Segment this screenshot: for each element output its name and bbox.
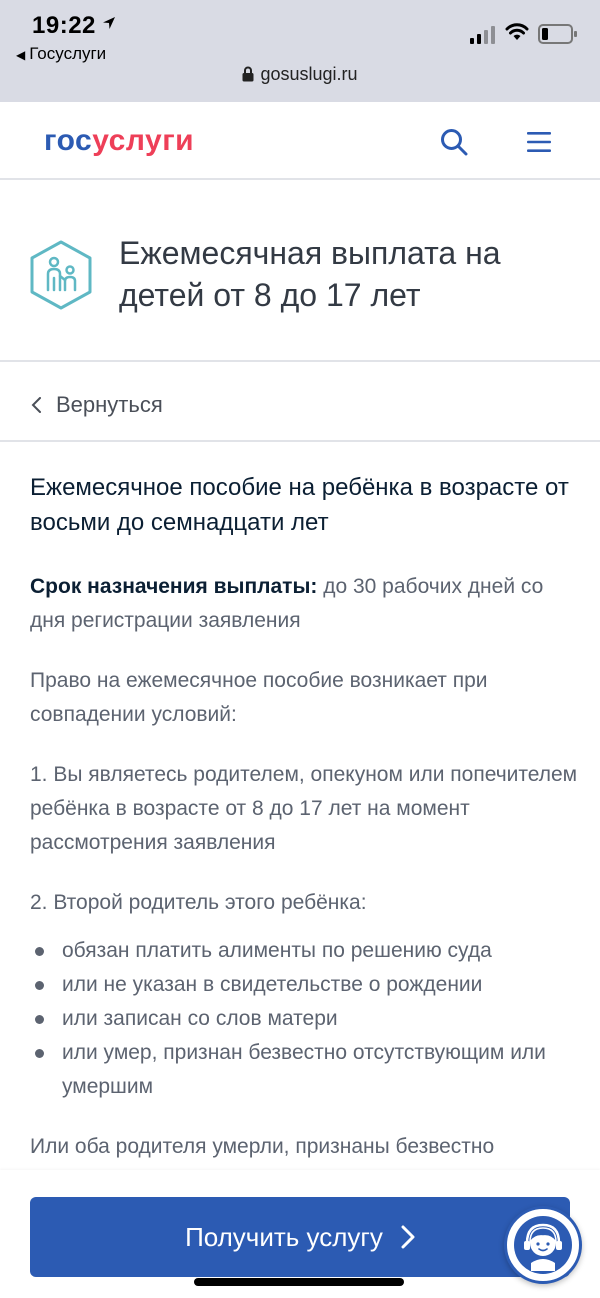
back-app-label: Госуслуги	[29, 44, 107, 63]
url-bar[interactable]: gosuslugi.ru	[0, 64, 600, 85]
list-item: или умер, признан безвестно отсутствующи…	[30, 1036, 580, 1104]
logo-part-gos: гос	[44, 124, 93, 157]
battery-icon	[538, 24, 577, 44]
chevron-right-icon	[401, 1225, 415, 1249]
condition-1: 1. Вы являетесь родителем, опекуном или …	[30, 763, 578, 854]
location-arrow-icon	[103, 17, 115, 29]
back-link[interactable]: Вернуться	[0, 364, 600, 442]
wifi-icon	[505, 23, 529, 40]
get-service-label: Получить услугу	[185, 1221, 383, 1252]
home-indicator[interactable]	[194, 1278, 404, 1286]
term-paragraph: Срок назначения выплаты: до 30 рабочих д…	[30, 570, 580, 638]
condition-2-list: обязан платить алименты по решению суда …	[30, 934, 580, 1104]
conditions-intro: Право на ежемесячное пособие возникает п…	[30, 669, 488, 726]
status-bar: 19:22 ◀ Госуслуги gosuslugi.ru	[0, 0, 600, 102]
back-link-label: Вернуться	[56, 392, 163, 417]
lock-icon	[242, 66, 254, 82]
hamburger-menu-icon[interactable]	[527, 131, 551, 153]
description-heading: Ежемесячное пособие на ребёнка в возраст…	[30, 474, 569, 536]
cellular-signal-icon	[470, 26, 495, 44]
term-label: Срок назначения выплаты:	[30, 575, 318, 598]
support-operator-icon	[514, 1216, 572, 1274]
list-item: или записан со слов матери	[30, 1002, 580, 1036]
status-time: 19:22	[32, 12, 96, 39]
tail-paragraph: Или оба родителя умерли, признаны безвес…	[30, 1135, 495, 1158]
family-children-icon	[30, 240, 92, 310]
service-title: Ежемесячная выплата на детей от 8 до 17 …	[119, 235, 501, 313]
service-description: Ежемесячное пособие на ребёнка в возраст…	[30, 470, 580, 1170]
search-icon[interactable]	[440, 128, 468, 156]
chevron-left-icon	[31, 397, 41, 413]
service-header: Ежемесячная выплата на детей от 8 до 17 …	[0, 182, 600, 362]
gosuslugi-logo[interactable]: госуслуги	[44, 124, 194, 158]
get-service-button[interactable]: Получить услугу	[30, 1197, 570, 1277]
list-item: обязан платить алименты по решению суда	[30, 934, 580, 968]
support-chat-button[interactable]	[504, 1206, 582, 1284]
url-text: gosuslugi.ru	[260, 64, 358, 84]
back-triangle-icon: ◀	[16, 48, 26, 62]
condition-2: 2. Второй родитель этого ребёнка:	[30, 891, 367, 914]
logo-part-uslugi: услуги	[92, 124, 195, 157]
back-to-app-link[interactable]: ◀ Госуслуги	[16, 44, 106, 64]
site-header: госуслуги	[0, 102, 600, 180]
list-item: или не указан в свидетельстве о рождении	[30, 968, 580, 1002]
